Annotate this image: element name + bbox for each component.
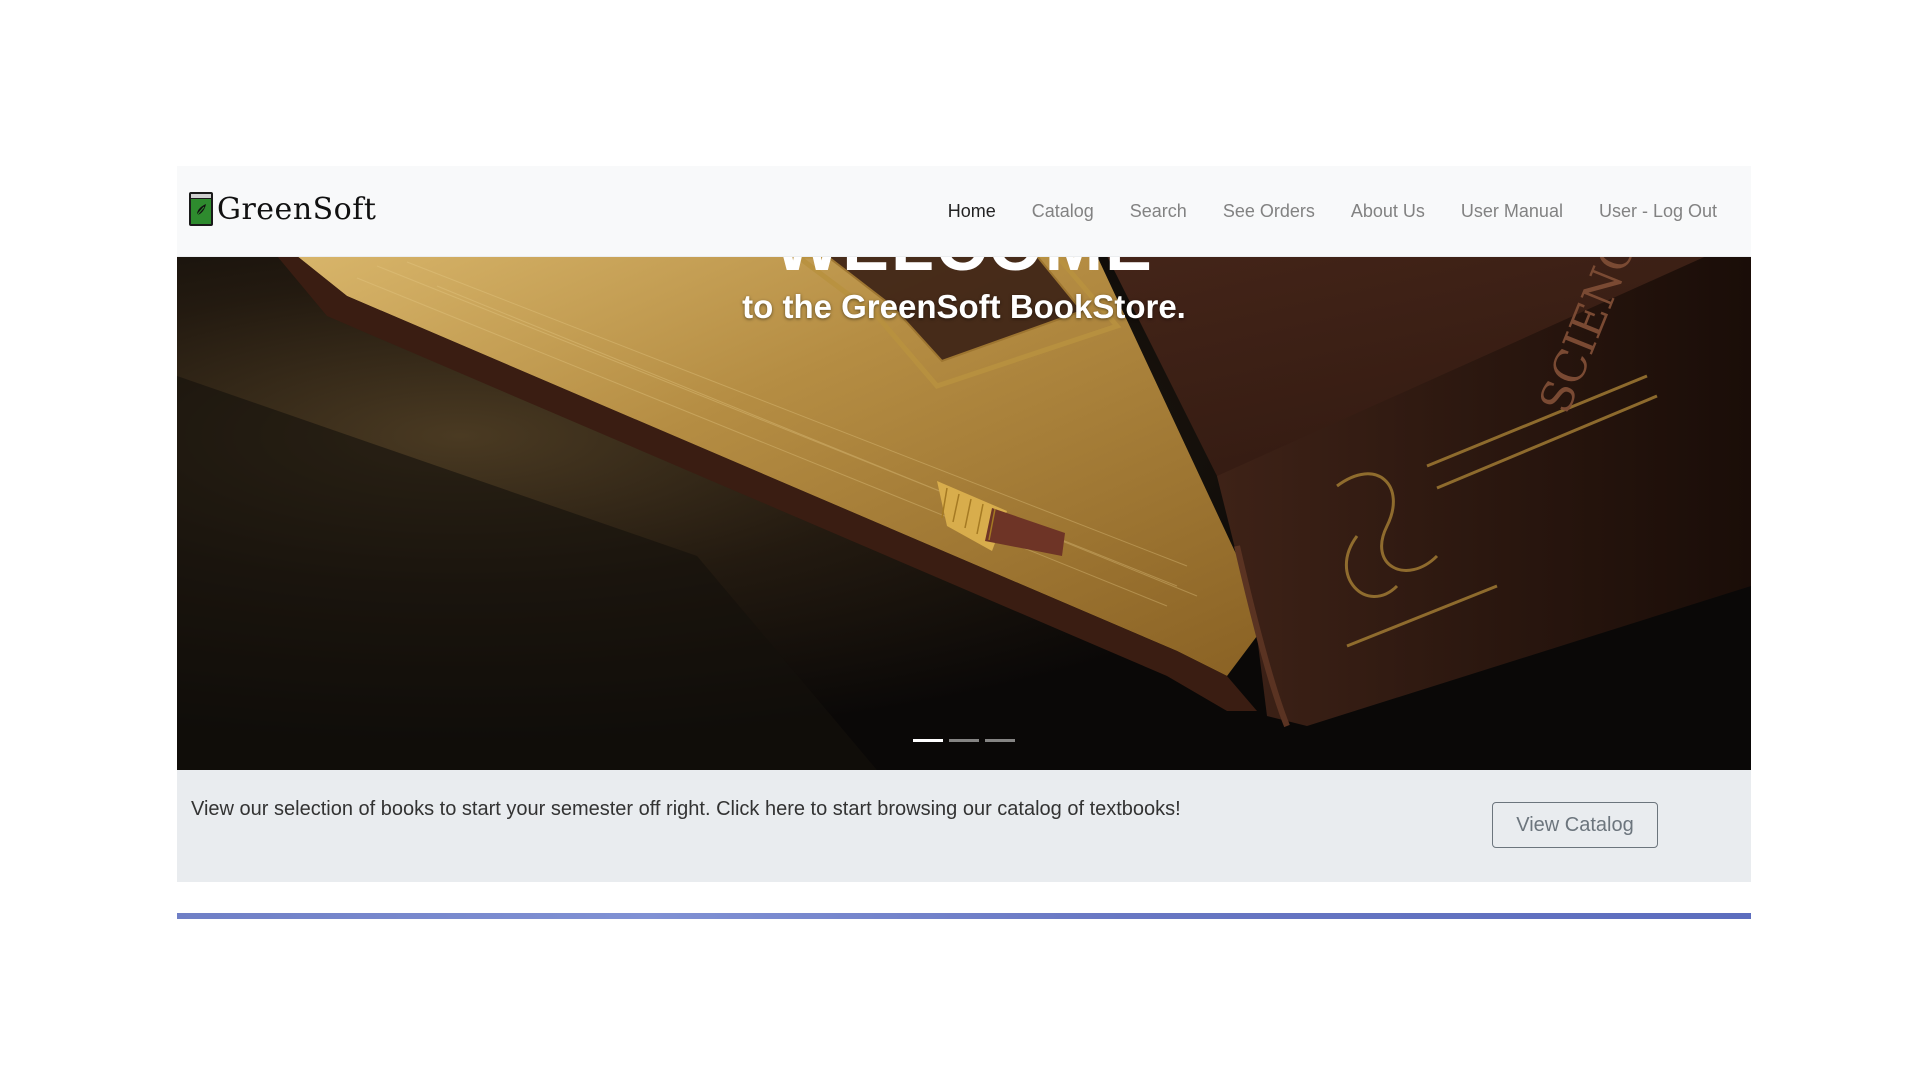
- hero-title: WELCOME: [177, 256, 1751, 286]
- nav-home[interactable]: Home: [948, 201, 996, 222]
- navbar: GreenSoft Home Catalog Search See Orders…: [177, 166, 1751, 257]
- carousel-indicators: [177, 739, 1751, 742]
- carousel-indicator-3[interactable]: [985, 739, 1015, 742]
- nav-search[interactable]: Search: [1130, 201, 1187, 222]
- nav-see-orders[interactable]: See Orders: [1223, 201, 1315, 222]
- promo-text: View our selection of books to start you…: [191, 798, 1181, 820]
- accent-divider: [177, 913, 1751, 919]
- view-catalog-button[interactable]: View Catalog: [1492, 802, 1658, 848]
- nav-about-us[interactable]: About Us: [1351, 201, 1425, 222]
- main-nav: Home Catalog Search See Orders About Us …: [912, 166, 1717, 256]
- catalog-promo: View our selection of books to start you…: [177, 770, 1751, 882]
- hero-subtitle: to the GreenSoft BookStore.: [742, 288, 1186, 325]
- nav-user-manual[interactable]: User Manual: [1461, 201, 1563, 222]
- brand-logo-link[interactable]: GreenSoft: [188, 189, 376, 229]
- nav-user-log-out[interactable]: User - Log Out: [1599, 201, 1717, 222]
- nav-catalog[interactable]: Catalog: [1032, 201, 1094, 222]
- carousel-indicator-1[interactable]: [913, 739, 943, 742]
- hero-carousel: SCIENCE WELCOME to the GreenSoft BookSto…: [177, 256, 1751, 770]
- book-icon: [189, 192, 213, 226]
- carousel-indicator-2[interactable]: [949, 739, 979, 742]
- book-photo: SCIENCE: [177, 256, 1751, 770]
- brand-name: GreenSoft: [217, 191, 377, 227]
- page: GreenSoft Home Catalog Search See Orders…: [177, 166, 1751, 921]
